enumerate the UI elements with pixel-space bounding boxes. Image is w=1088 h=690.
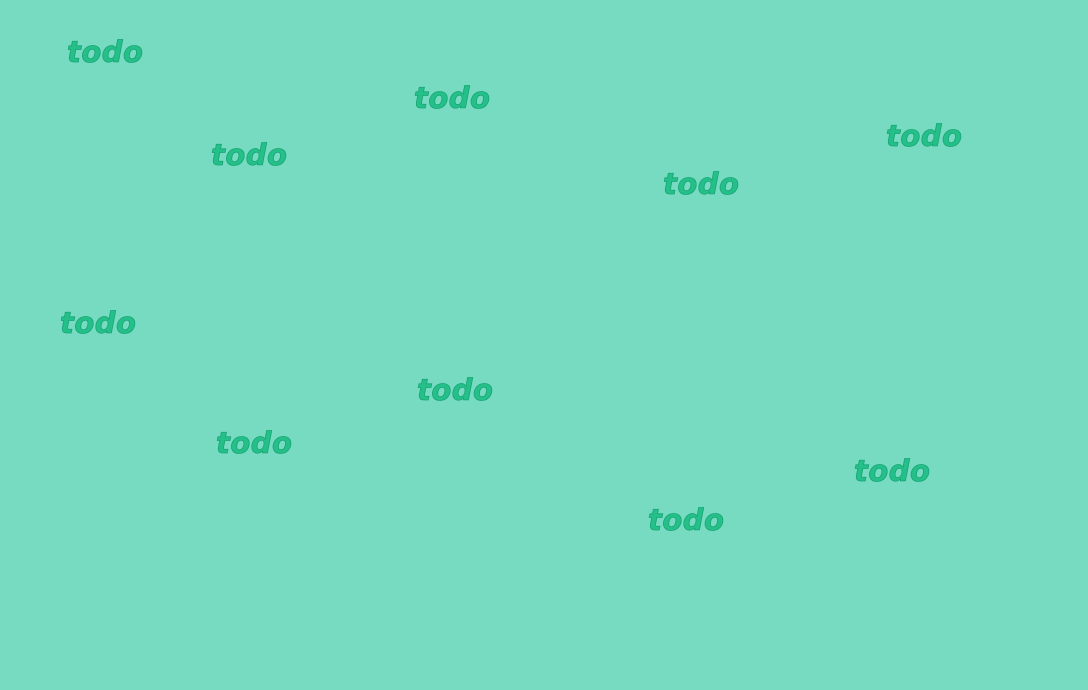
todo-watermark: todo xyxy=(414,81,491,115)
todo-watermark: todo xyxy=(211,138,288,172)
todo-watermark: todo xyxy=(886,119,963,153)
todo-watermark: todo xyxy=(854,454,931,488)
todo-watermark: todo xyxy=(663,167,740,201)
todo-watermark: todo xyxy=(60,306,137,340)
page-background: { "background_color": "#77dbc2", "waterm… xyxy=(0,0,1088,690)
todo-watermark: todo xyxy=(216,426,293,460)
todo-watermark: todo xyxy=(417,373,494,407)
todo-watermark: todo xyxy=(67,35,144,69)
todo-watermark: todo xyxy=(648,503,725,537)
